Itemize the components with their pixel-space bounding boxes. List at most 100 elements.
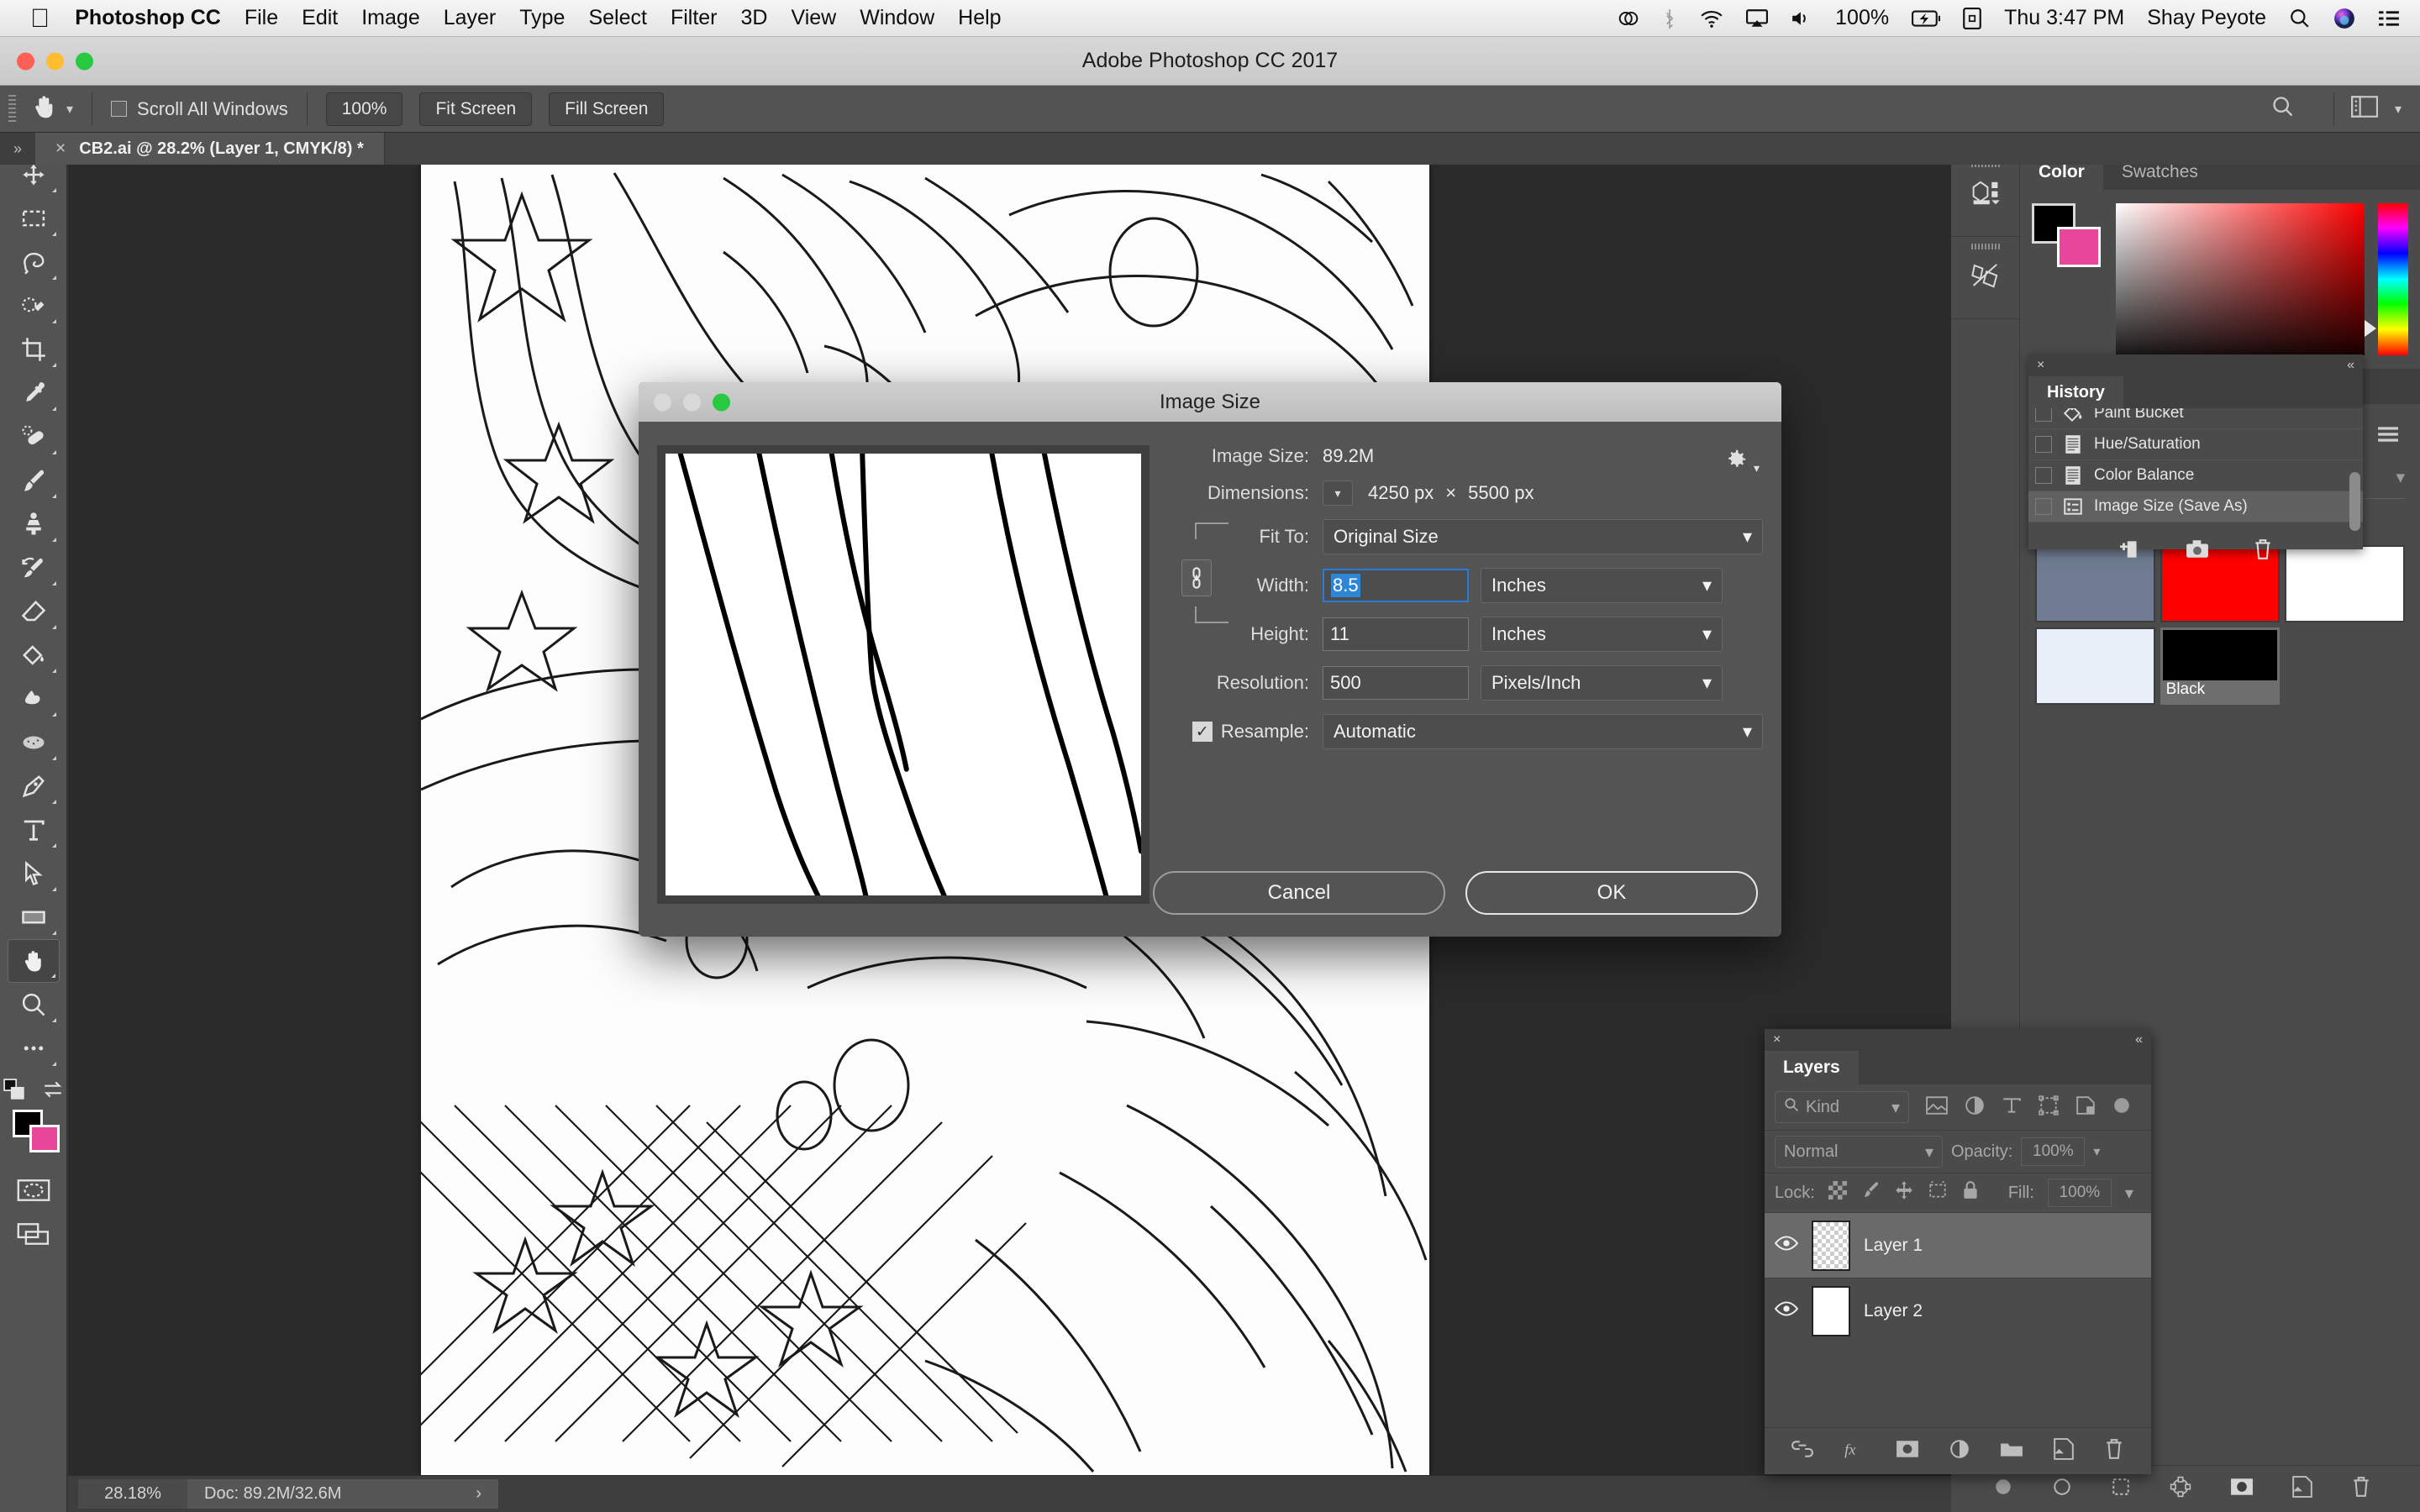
- menu-help[interactable]: Help: [958, 6, 1001, 30]
- filter-adjustment-icon[interactable]: [1965, 1095, 1985, 1120]
- close-icon[interactable]: ×: [2037, 358, 2044, 373]
- pen-tool[interactable]: [8, 764, 60, 808]
- foreground-background-colors[interactable]: [8, 1108, 60, 1157]
- edit-toolbar-tool[interactable]: [8, 1026, 60, 1070]
- new-document-from-state-icon[interactable]: [2118, 538, 2142, 564]
- layer-thumbnail[interactable]: [1812, 1285, 1850, 1336]
- mask-icon[interactable]: [2230, 1478, 2254, 1500]
- menu-filter[interactable]: Filter: [671, 6, 718, 30]
- rectangle-shape-tool[interactable]: [8, 895, 60, 939]
- history-item-image-size[interactable]: Image Size (Save As): [2028, 491, 2363, 522]
- layer-filter-kind-select[interactable]: Kind ▾: [1775, 1091, 1909, 1123]
- quick-selection-tool[interactable]: [8, 284, 60, 328]
- lock-position-icon[interactable]: [1894, 1180, 1914, 1205]
- menu-3d[interactable]: 3D: [741, 6, 768, 30]
- menubar-user-name[interactable]: Shay Peyote: [2147, 6, 2266, 30]
- menu-edit[interactable]: Edit: [302, 6, 338, 30]
- swap-colors-icon[interactable]: [42, 1079, 64, 1105]
- chevron-down-icon[interactable]: ▾: [2093, 1143, 2100, 1160]
- menu-select[interactable]: Select: [588, 6, 646, 30]
- new-layer-icon[interactable]: [2054, 1438, 2074, 1464]
- chevron-down-icon[interactable]: ▾: [2125, 1183, 2133, 1204]
- menu-file[interactable]: File: [245, 6, 278, 30]
- lock-artboard-icon[interactable]: [1928, 1180, 1948, 1205]
- screen-mode-icon[interactable]: [8, 1212, 60, 1256]
- lock-image-icon[interactable]: [1860, 1180, 1881, 1205]
- dimensions-units-chevron-icon[interactable]: ▾: [1323, 480, 1353, 506]
- history-scrollbar[interactable]: [2349, 472, 2360, 531]
- options-bar-grip[interactable]: [8, 94, 16, 123]
- tab-history[interactable]: History: [2028, 376, 2123, 408]
- width-unit-select[interactable]: Inches ▾: [1481, 568, 1723, 603]
- chevron-down-icon[interactable]: ▾: [2396, 467, 2405, 488]
- dashed-square-icon[interactable]: [2111, 1477, 2131, 1501]
- circle-icon[interactable]: [2052, 1477, 2072, 1501]
- fill-screen-button[interactable]: Fill Screen: [549, 92, 665, 126]
- menu-window[interactable]: Window: [860, 6, 934, 30]
- menubar-clock[interactable]: Thu 3:47 PM: [2004, 6, 2124, 30]
- resample-checkbox[interactable]: ✓: [1192, 722, 1213, 742]
- notification-center-icon[interactable]: [2378, 9, 2400, 28]
- status-expand-icon[interactable]: ›: [476, 1484, 481, 1504]
- panel-grip[interactable]: [1970, 244, 2000, 249]
- crop-tool[interactable]: [8, 328, 60, 371]
- delete-icon[interactable]: [2253, 538, 2273, 564]
- anchor-points-icon[interactable]: [2170, 1476, 2191, 1502]
- collapse-panel-icon[interactable]: «: [2135, 1032, 2143, 1047]
- filter-toggle-icon[interactable]: [2112, 1096, 2131, 1119]
- filter-smart-object-icon[interactable]: [2075, 1095, 2096, 1120]
- delete-layer-icon[interactable]: [2104, 1438, 2124, 1464]
- wifi-icon[interactable]: [1700, 9, 1723, 28]
- tool-preset-chevron-icon[interactable]: ▾: [66, 101, 73, 118]
- history-snapshot-checkbox[interactable]: [2035, 498, 2052, 515]
- history-brush-tool[interactable]: [8, 546, 60, 590]
- background-color-swatch[interactable]: [2057, 227, 2101, 267]
- cancel-button[interactable]: Cancel: [1153, 871, 1445, 915]
- constrain-proportions-link-icon[interactable]: [1181, 559, 1212, 596]
- close-tab-icon[interactable]: ×: [55, 139, 66, 159]
- quick-mask-icon[interactable]: [8, 1168, 60, 1212]
- zoom-level-field[interactable]: 28.18%: [78, 1479, 187, 1509]
- hue-slider[interactable]: [2365, 203, 2408, 355]
- spotlight-search-icon[interactable]: [2289, 8, 2311, 29]
- minimize-window-button[interactable]: [46, 52, 64, 70]
- layer-row-layer-1[interactable]: Layer 1: [1765, 1212, 2151, 1278]
- dialog-minimize-button[interactable]: [683, 393, 701, 411]
- dialog-traffic-lights[interactable]: [654, 393, 730, 411]
- keyboard-input-icon[interactable]: [1963, 7, 1981, 29]
- airplay-icon[interactable]: [1746, 8, 1769, 28]
- height-unit-select[interactable]: Inches ▾: [1481, 617, 1723, 652]
- lock-all-icon[interactable]: [1961, 1180, 1980, 1205]
- new-layer-icon[interactable]: [2292, 1476, 2312, 1502]
- width-input[interactable]: 8.5: [1323, 569, 1469, 602]
- document-info-field[interactable]: Doc: 89.2M/32.6M ›: [187, 1479, 499, 1509]
- window-traffic-lights[interactable]: [17, 52, 93, 70]
- properties-panel-icon[interactable]: [1951, 237, 2019, 319]
- workspace-chevron-icon[interactable]: ▾: [2395, 101, 2402, 118]
- healing-brush-tool[interactable]: [8, 415, 60, 459]
- siri-icon[interactable]: [2333, 8, 2355, 29]
- delete-icon[interactable]: [2351, 1476, 2371, 1502]
- zoom-tool[interactable]: [8, 983, 60, 1026]
- history-item-color-balance[interactable]: Color Balance: [2028, 460, 2363, 491]
- blend-mode-select[interactable]: Normal ▾: [1775, 1136, 1943, 1168]
- 3d-panel-icon[interactable]: [1951, 155, 2019, 237]
- layer-name[interactable]: Layer 2: [1864, 1301, 1923, 1321]
- path-selection-tool[interactable]: [8, 852, 60, 895]
- gradient-paint-bucket-tool[interactable]: [8, 633, 60, 677]
- filled-circle-icon[interactable]: [1993, 1477, 2013, 1501]
- ncloud-icon[interactable]: [1618, 8, 1639, 29]
- new-adjustment-layer-icon[interactable]: [1949, 1439, 1970, 1463]
- library-swatch-black[interactable]: Black: [2160, 627, 2281, 705]
- search-icon[interactable]: [2271, 95, 2295, 123]
- lasso-tool[interactable]: [8, 240, 60, 284]
- scroll-all-windows-checkbox[interactable]: [111, 101, 128, 117]
- history-list[interactable]: Paint Bucket Hue/Saturation Color Balanc…: [2028, 408, 2363, 534]
- history-snapshot-checkbox[interactable]: [2035, 467, 2052, 484]
- lock-transparency-icon[interactable]: [1828, 1181, 1847, 1205]
- eyedropper-tool[interactable]: [8, 371, 60, 415]
- expand-panels-icon[interactable]: »: [0, 133, 35, 165]
- layer-row-layer-2[interactable]: Layer 2: [1765, 1278, 2151, 1343]
- filter-type-icon[interactable]: [2002, 1095, 2022, 1120]
- layer-style-fx-icon[interactable]: fx: [1844, 1439, 1865, 1463]
